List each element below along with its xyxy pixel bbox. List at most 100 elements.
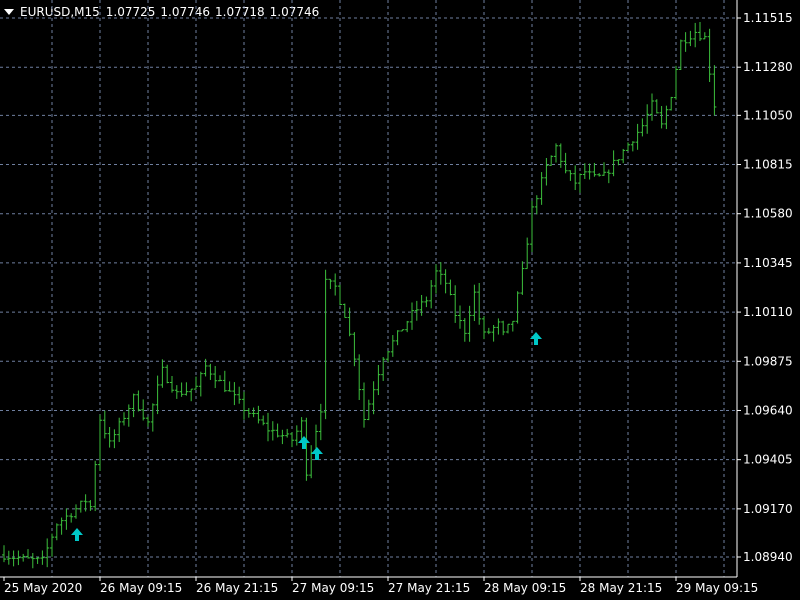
ohlc-bar (194, 376, 198, 390)
ohlc-bar (520, 261, 525, 295)
ohlc-bar (174, 385, 179, 399)
ohlc-bar (16, 550, 21, 566)
ohlc-bar (606, 169, 611, 184)
ohlc-bar (563, 152, 568, 174)
ohlc-bar (184, 382, 189, 396)
ohlc-bar (246, 408, 251, 418)
ohlc-bar (54, 523, 59, 541)
ohlc-bar (496, 318, 501, 335)
ohlc-bar (698, 22, 702, 41)
ohlc-bar (213, 366, 218, 389)
ohlc-bar (117, 417, 122, 443)
ohlc-bar (93, 460, 98, 512)
ohlc-bar (102, 410, 107, 439)
ohlc-bar (630, 141, 635, 152)
ohlc-bar (688, 30, 693, 47)
x-tick-label: 29 May 09:15 (676, 581, 758, 595)
ohlc-bar (98, 414, 102, 472)
ohlc-bar (544, 157, 549, 186)
ohlc-bar (434, 264, 438, 294)
ohlc-bar (304, 417, 309, 481)
ohlc-bar (448, 279, 453, 296)
ohlc-bar (611, 150, 616, 177)
x-tick-label: 27 May 21:15 (388, 581, 470, 595)
ohlc-bar (323, 269, 328, 420)
x-tick-label: 26 May 09:15 (100, 581, 182, 595)
ohlc-bar (189, 388, 194, 402)
ohlc-bar (482, 316, 486, 340)
ohlc-bar (266, 412, 270, 442)
ohlc-bar (707, 28, 712, 83)
ohlc-bar (328, 278, 333, 290)
ohlc-bar (419, 294, 424, 316)
ohlc-bar (438, 262, 443, 285)
ohlc-bar (122, 412, 126, 426)
y-tick-label: 1.11515 (743, 11, 793, 25)
ohlc-bar (50, 533, 54, 557)
ohlc-bar (467, 305, 472, 342)
ohlc-bar (506, 323, 510, 334)
ohlc-bar (179, 382, 184, 397)
y-tick-label: 1.10815 (743, 158, 793, 172)
ohlc-bar (371, 381, 376, 415)
ohlc-bar (554, 143, 558, 163)
price-bars (2, 22, 717, 569)
ohlc-bar (242, 391, 246, 420)
ohlc-bar (136, 390, 141, 412)
ohlc-bar (462, 318, 467, 342)
ohlc-bar (299, 417, 304, 440)
ohlc-bar (486, 327, 491, 335)
ohlc-bar (251, 407, 256, 418)
ohlc-bar (21, 553, 26, 562)
ohlc-bar (491, 324, 496, 342)
ohlc-bar (645, 104, 650, 134)
ohlc-bar (635, 123, 640, 150)
buy-arrow-icon (71, 528, 83, 541)
ohlc-bar (410, 302, 414, 330)
y-tick-label: 1.09875 (743, 354, 793, 368)
ohlc-bar (69, 513, 74, 523)
ohlc-bar (261, 415, 266, 426)
ohlc-bar (534, 195, 539, 215)
ohlc-bar (227, 381, 232, 392)
x-tick-label: 28 May 21:15 (580, 581, 662, 595)
y-tick-label: 1.11280 (743, 60, 793, 74)
ohlc-bar (232, 382, 237, 406)
ohlc-bar (424, 296, 429, 308)
y-tick-label: 1.08940 (743, 550, 793, 564)
ohlc-bar (414, 300, 419, 321)
ohlc-bar (650, 93, 654, 121)
ohlc-bar (2, 545, 6, 563)
ohlc-bar (390, 335, 395, 357)
ohlc-bar (659, 106, 664, 129)
y-tick-label: 1.09640 (743, 403, 793, 417)
ohlc-bar (693, 22, 698, 48)
ohlc-bar (702, 32, 707, 40)
price-chart[interactable]: 1.11515 1.11280 1.11050 1.10815 1.10580 1.103… (0, 0, 800, 600)
ohlc-bar (64, 508, 69, 530)
ohlc-bar (501, 320, 506, 336)
grid (0, 0, 737, 577)
ohlc-bar (712, 65, 717, 116)
ohlc-bar (530, 200, 534, 252)
ohlc-bar (40, 550, 45, 565)
ohlc-bar (218, 375, 222, 382)
ohlc-bar (453, 285, 458, 323)
ohlc-bar (472, 284, 477, 322)
ohlc-bar (78, 500, 83, 513)
ohlc-bar (237, 386, 242, 404)
buy-arrow-icon (311, 447, 323, 460)
ohlc-bar (386, 351, 390, 363)
ohlc-bar (256, 405, 261, 424)
y-tick-label: 1.10110 (743, 305, 793, 319)
ohlc-bar (654, 99, 659, 114)
ohlc-bar (45, 538, 50, 568)
y-tick-label: 1.11050 (743, 108, 793, 122)
ohlc-bar (198, 371, 203, 397)
ohlc-bar (150, 403, 155, 432)
ohlc-bar (112, 429, 117, 449)
ohlc-bar (664, 105, 669, 130)
ohlc-bar (621, 148, 626, 164)
ohlc-bar (678, 39, 683, 71)
ohlc-bar (342, 303, 347, 318)
